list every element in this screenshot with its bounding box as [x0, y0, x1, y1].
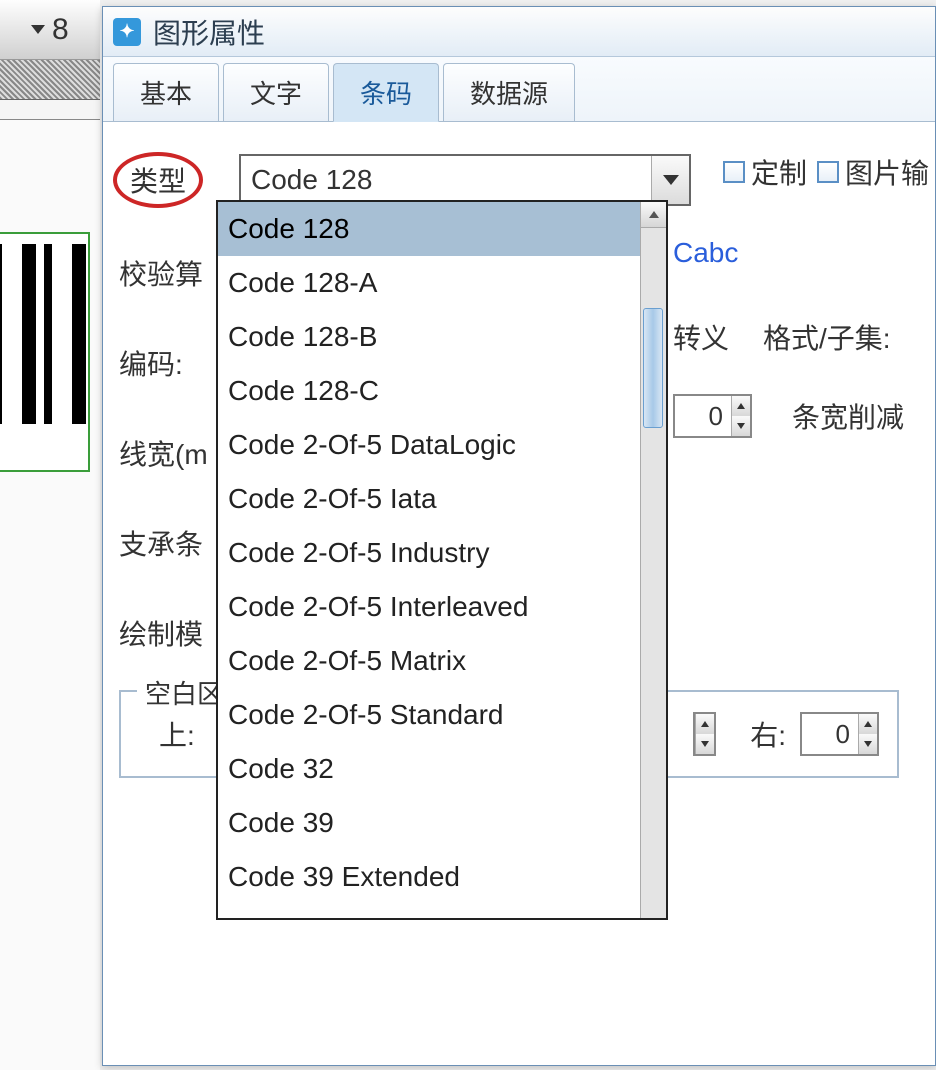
tab-text[interactable]: 文字	[223, 63, 329, 121]
label-checksum: 校验算	[119, 253, 229, 293]
partial-cabc: Cabc	[673, 237, 738, 269]
label-encoding: 编码:	[119, 343, 229, 383]
dropdown-item[interactable]: Code 39 Extended	[218, 850, 640, 904]
dropdown-item[interactable]: Code 128-A	[218, 256, 640, 310]
spinner-down-icon[interactable]	[696, 734, 714, 754]
dropdown-item[interactable]: Code 2-Of-5 Iata	[218, 472, 640, 526]
ruler	[0, 100, 100, 120]
label-top: 上:	[159, 714, 195, 754]
toolbar-texture	[0, 60, 100, 100]
titlebar[interactable]: ✦ 图形属性	[103, 7, 935, 57]
tab-row: 基本 文字 条码 数据源	[103, 57, 935, 122]
dropdown-item[interactable]: Code 2-Of-5 DataLogic	[218, 418, 640, 472]
label-linewidth: 线宽(m	[119, 433, 229, 473]
tab-datasource[interactable]: 数据源	[443, 63, 575, 121]
encoding-extra: 转义 格式/子集:	[673, 317, 891, 357]
type-dropdown-list[interactable]: Code 128Code 128-ACode 128-BCode 128-CCo…	[216, 200, 668, 920]
background-toolbar: 8	[0, 0, 100, 60]
checkbox-icon[interactable]	[817, 161, 839, 183]
type-options: 定制 图片输	[723, 152, 929, 192]
properties-dialog: ✦ 图形属性 基本 文字 条码 数据源 类型 Code 128 定制	[102, 6, 936, 1066]
spinner-up-icon[interactable]	[859, 714, 877, 734]
spinner-right-field[interactable]: 0	[802, 714, 858, 754]
spinner-down-icon[interactable]	[732, 416, 750, 436]
spinner-value[interactable]: 0	[673, 394, 752, 438]
spinner-down-icon[interactable]	[859, 734, 877, 754]
scroll-up-icon[interactable]	[641, 202, 666, 228]
dialog-title: 图形属性	[153, 12, 265, 52]
chevron-down-icon[interactable]	[30, 22, 46, 38]
dropdown-item[interactable]: Code 39	[218, 796, 640, 850]
checkbox-image-output[interactable]: 图片输	[817, 152, 929, 192]
dropdown-item[interactable]: Code 2-Of-5 Industry	[218, 526, 640, 580]
barcode-preview[interactable]	[0, 232, 90, 472]
dropdown-item[interactable]: Code 93	[218, 904, 640, 920]
spinner-right[interactable]: 0	[800, 712, 879, 756]
checkbox-custom-label: 定制	[751, 152, 807, 192]
tab-barcode[interactable]: 条码	[333, 63, 439, 122]
label-format-subset: 格式/子集:	[763, 317, 891, 357]
spinner-up-icon[interactable]	[696, 714, 714, 734]
checkbox-image-label: 图片输	[845, 152, 929, 192]
label-bearer: 支承条	[119, 523, 229, 563]
scroll-thumb[interactable]	[643, 308, 663, 428]
tab-basic[interactable]: 基本	[113, 63, 219, 121]
label-drawmode: 绘制模	[119, 613, 229, 653]
dropdown-item[interactable]: Code 2-Of-5 Interleaved	[218, 580, 640, 634]
app-icon: ✦	[113, 18, 141, 46]
label-right: 右:	[750, 714, 786, 754]
dropdown-item[interactable]: Code 128-B	[218, 310, 640, 364]
toolbar-value: 8	[52, 13, 69, 47]
checkbox-custom[interactable]: 定制	[723, 152, 807, 192]
label-escape: 转义	[673, 317, 729, 357]
chevron-down-icon[interactable]	[651, 156, 689, 204]
spinner-partial[interactable]	[693, 712, 716, 756]
dropdown-item[interactable]: Code 128	[218, 202, 640, 256]
checkbox-icon[interactable]	[723, 161, 745, 183]
type-highlight-circle: 类型	[113, 152, 203, 208]
label-barwidth-reduce: 条宽削减	[792, 396, 904, 436]
scroll-track[interactable]	[641, 228, 666, 920]
combo-selected-text: Code 128	[251, 164, 372, 196]
dropdown-item[interactable]: Code 2-Of-5 Matrix	[218, 634, 640, 688]
type-combobox[interactable]: Code 128	[239, 154, 691, 206]
barcode-bars	[0, 244, 88, 424]
dropdown-item[interactable]: Code 128-C	[218, 364, 640, 418]
dropdown-item[interactable]: Code 2-Of-5 Standard	[218, 688, 640, 742]
dropdown-items-container: Code 128Code 128-ACode 128-BCode 128-CCo…	[218, 202, 640, 920]
linewidth-extra: 0 条宽削减	[673, 394, 904, 438]
label-type: 类型	[119, 152, 229, 208]
scrollbar[interactable]	[640, 202, 666, 920]
spinner-up-icon[interactable]	[732, 396, 750, 416]
dropdown-item[interactable]: Code 32	[218, 742, 640, 796]
checksum-extra: Cabc	[673, 237, 738, 269]
spinner-value-field[interactable]: 0	[675, 396, 731, 436]
